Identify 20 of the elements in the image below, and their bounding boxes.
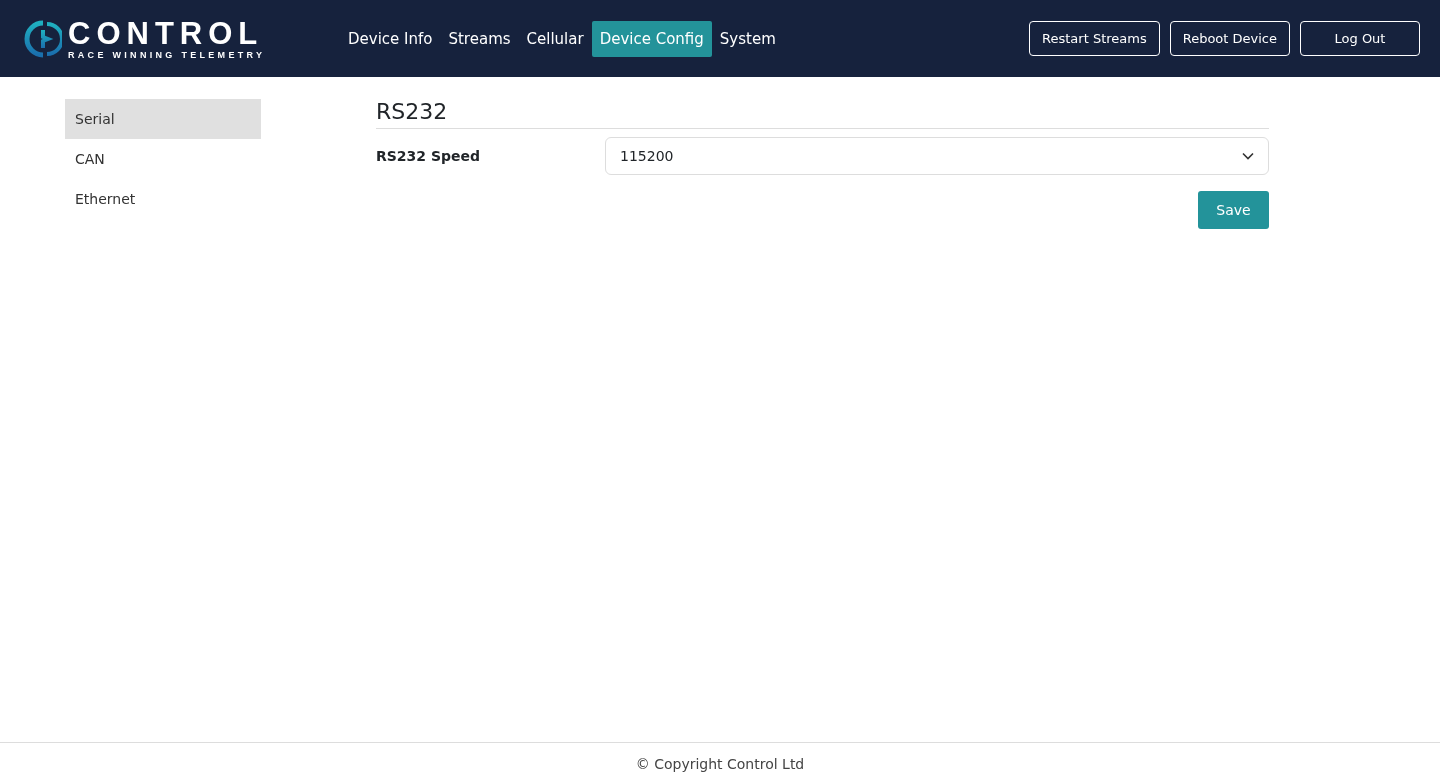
chevron-down-icon — [1242, 152, 1254, 160]
header-button[interactable]: Restart Streams — [1029, 21, 1160, 56]
nav-tab[interactable]: Streams — [440, 20, 519, 57]
sidebar-item[interactable]: Serial — [65, 99, 261, 139]
speed-dropdown[interactable]: 115200 — [605, 137, 1269, 175]
logo-name: CONTROL — [68, 17, 265, 50]
logo-icon — [24, 19, 62, 58]
sidebar-item[interactable]: CAN — [65, 139, 261, 179]
header-button[interactable]: Reboot Device — [1169, 21, 1290, 56]
copyright-text: © Copyright Control Ltd — [635, 756, 805, 772]
nav-tab[interactable]: Device Info — [340, 20, 441, 57]
save-button[interactable]: Save — [1198, 191, 1269, 229]
nav-tab[interactable]: System — [711, 20, 784, 57]
field-label: RS232 Speed — [376, 148, 482, 164]
sidebar-item[interactable]: Ethernet — [65, 179, 261, 219]
logo-tagline: RACE WINNING TELEMETRY — [68, 49, 266, 60]
nav-tab[interactable]: Device Config — [591, 20, 712, 57]
nav-tab[interactable]: Cellular — [518, 20, 592, 57]
header-button[interactable]: Log Out — [1300, 21, 1420, 56]
section-title: RS232 — [376, 99, 1269, 129]
